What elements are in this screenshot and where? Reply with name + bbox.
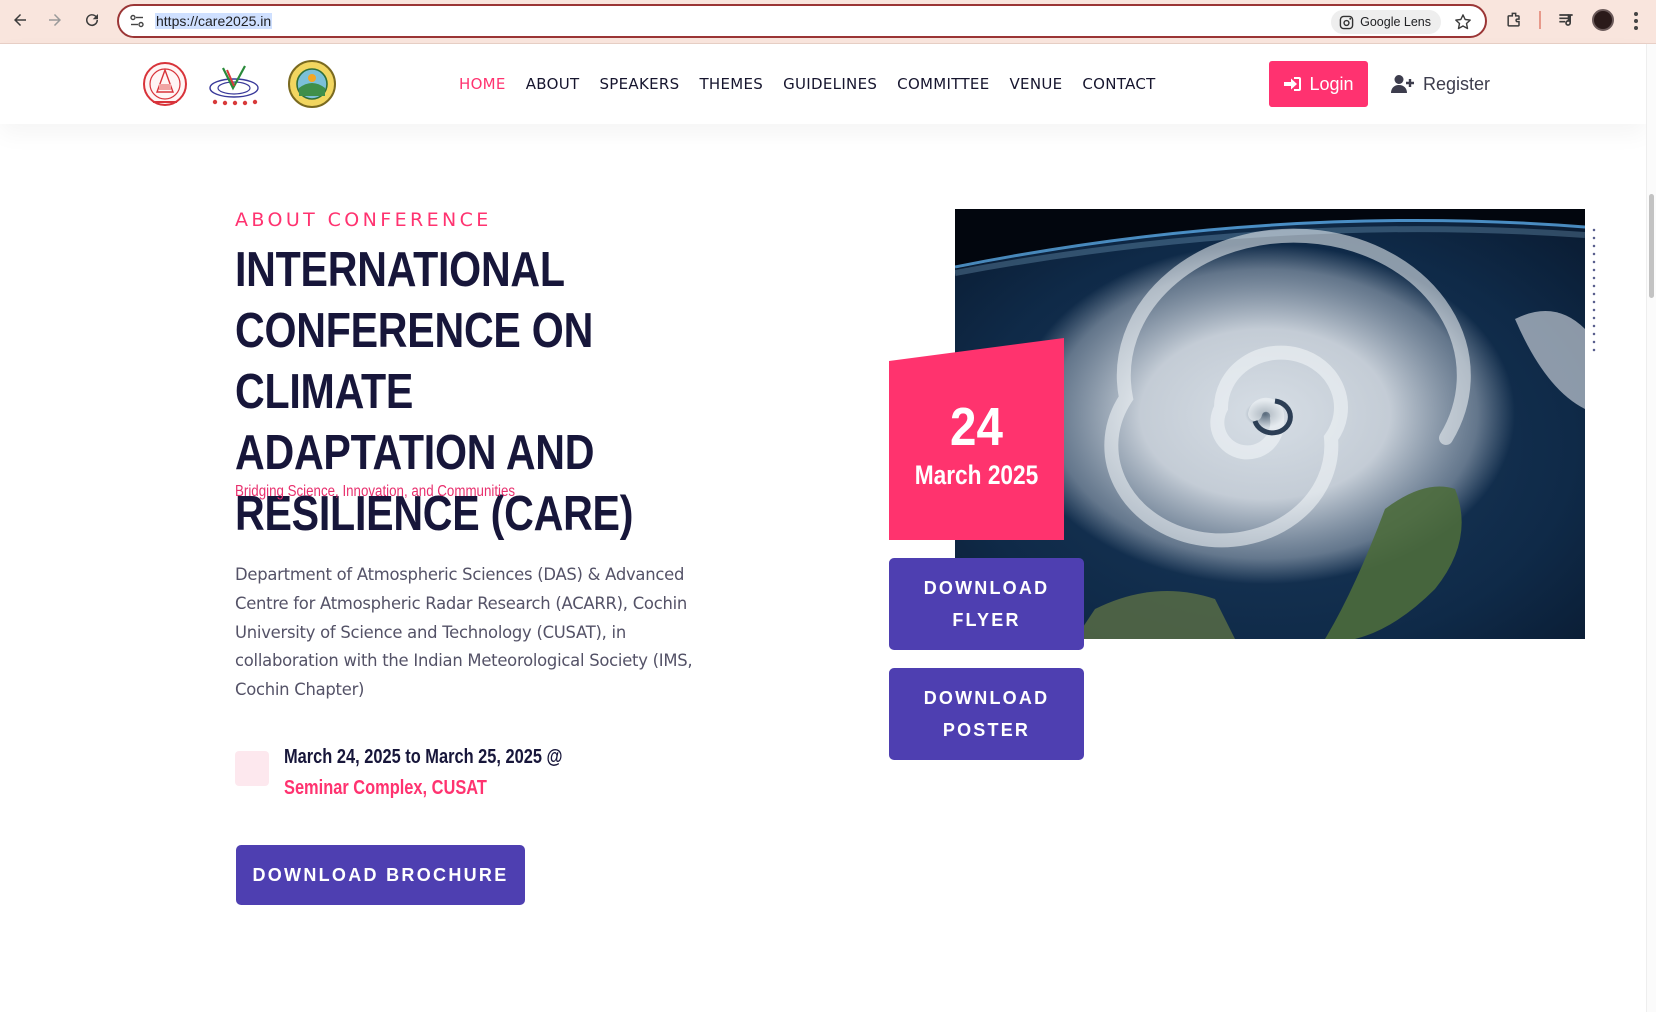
date-card: 24 March 2025 — [889, 338, 1064, 540]
forward-icon[interactable] — [43, 8, 67, 32]
date-month-year: March 2025 — [914, 460, 1039, 490]
section-eyebrow: ABOUT CONFERENCE — [235, 209, 492, 231]
event-dates: March 24, 2025 to March 25, 2025 @ — [284, 746, 563, 768]
tagline: Bridging Science, Innovation, and Commun… — [235, 483, 516, 500]
reload-icon[interactable] — [80, 8, 104, 32]
site-settings-icon[interactable] — [129, 13, 145, 29]
nav-home[interactable]: HOME — [459, 75, 506, 93]
profile-avatar[interactable] — [1592, 9, 1614, 31]
media-icon[interactable] — [1554, 8, 1578, 32]
toolbar-divider — [1539, 11, 1541, 29]
lens-label: Google Lens — [1360, 15, 1431, 29]
google-lens-chip[interactable]: Google Lens — [1331, 10, 1441, 34]
sign-in-icon — [1284, 77, 1302, 91]
nav-themes[interactable]: THEMES — [699, 75, 763, 93]
extensions-icon[interactable] — [1502, 8, 1526, 32]
nav-guidelines[interactable]: GUIDELINES — [783, 75, 877, 93]
download-flyer-button[interactable]: DOWNLOAD FLYER — [889, 558, 1084, 650]
date-day: 24 — [950, 397, 1003, 457]
lens-icon — [1339, 15, 1354, 29]
site-header: HOME ABOUT SPEAKERS THEMES GUIDELINES CO… — [0, 44, 1646, 124]
user-plus-icon — [1391, 75, 1414, 93]
scrollbar-thumb[interactable] — [1649, 194, 1654, 298]
nav-committee[interactable]: COMMITTEE — [897, 75, 989, 93]
register-label: Register — [1423, 73, 1491, 94]
event-dates-venue: March 24, 2025 to March 25, 2025 @ Semin… — [284, 742, 628, 804]
back-icon[interactable] — [8, 8, 32, 32]
star-icon[interactable] — [1453, 12, 1473, 32]
page-scrollbar[interactable] — [1646, 44, 1656, 1012]
decorative-dots — [1592, 226, 1596, 352]
ims-logo[interactable] — [287, 58, 337, 110]
main-nav: HOME ABOUT SPEAKERS THEMES GUIDELINES CO… — [459, 44, 1176, 124]
chrome-menu-icon[interactable] — [1628, 9, 1644, 33]
login-button[interactable]: Login — [1269, 61, 1368, 107]
nav-about[interactable]: ABOUT — [526, 75, 580, 93]
nav-venue[interactable]: VENUE — [1009, 75, 1062, 93]
calendar-icon — [235, 751, 269, 786]
acarr-logo[interactable] — [205, 58, 263, 110]
cusat-logo[interactable] — [141, 58, 189, 110]
download-poster-button[interactable]: DOWNLOAD POSTER — [889, 668, 1084, 760]
register-button[interactable]: Register — [1391, 61, 1490, 107]
conference-description: Department of Atmospheric Sciences (DAS)… — [235, 565, 693, 700]
nav-contact[interactable]: CONTACT — [1082, 75, 1155, 93]
login-label: Login — [1309, 73, 1354, 94]
address-bar[interactable]: https://care2025.in Google Lens — [117, 4, 1487, 38]
url-text[interactable]: https://care2025.in — [155, 13, 273, 29]
nav-speakers[interactable]: SPEAKERS — [599, 75, 679, 93]
download-flyer-label: DOWNLOAD FLYER — [923, 578, 1050, 630]
download-brochure-button[interactable]: DOWNLOAD BROCHURE — [236, 845, 525, 905]
browser-toolbar: https://care2025.in Google Lens — [0, 0, 1656, 44]
event-venue[interactable]: Seminar Complex, CUSAT — [284, 777, 487, 799]
download-poster-label: DOWNLOAD POSTER — [923, 688, 1050, 740]
